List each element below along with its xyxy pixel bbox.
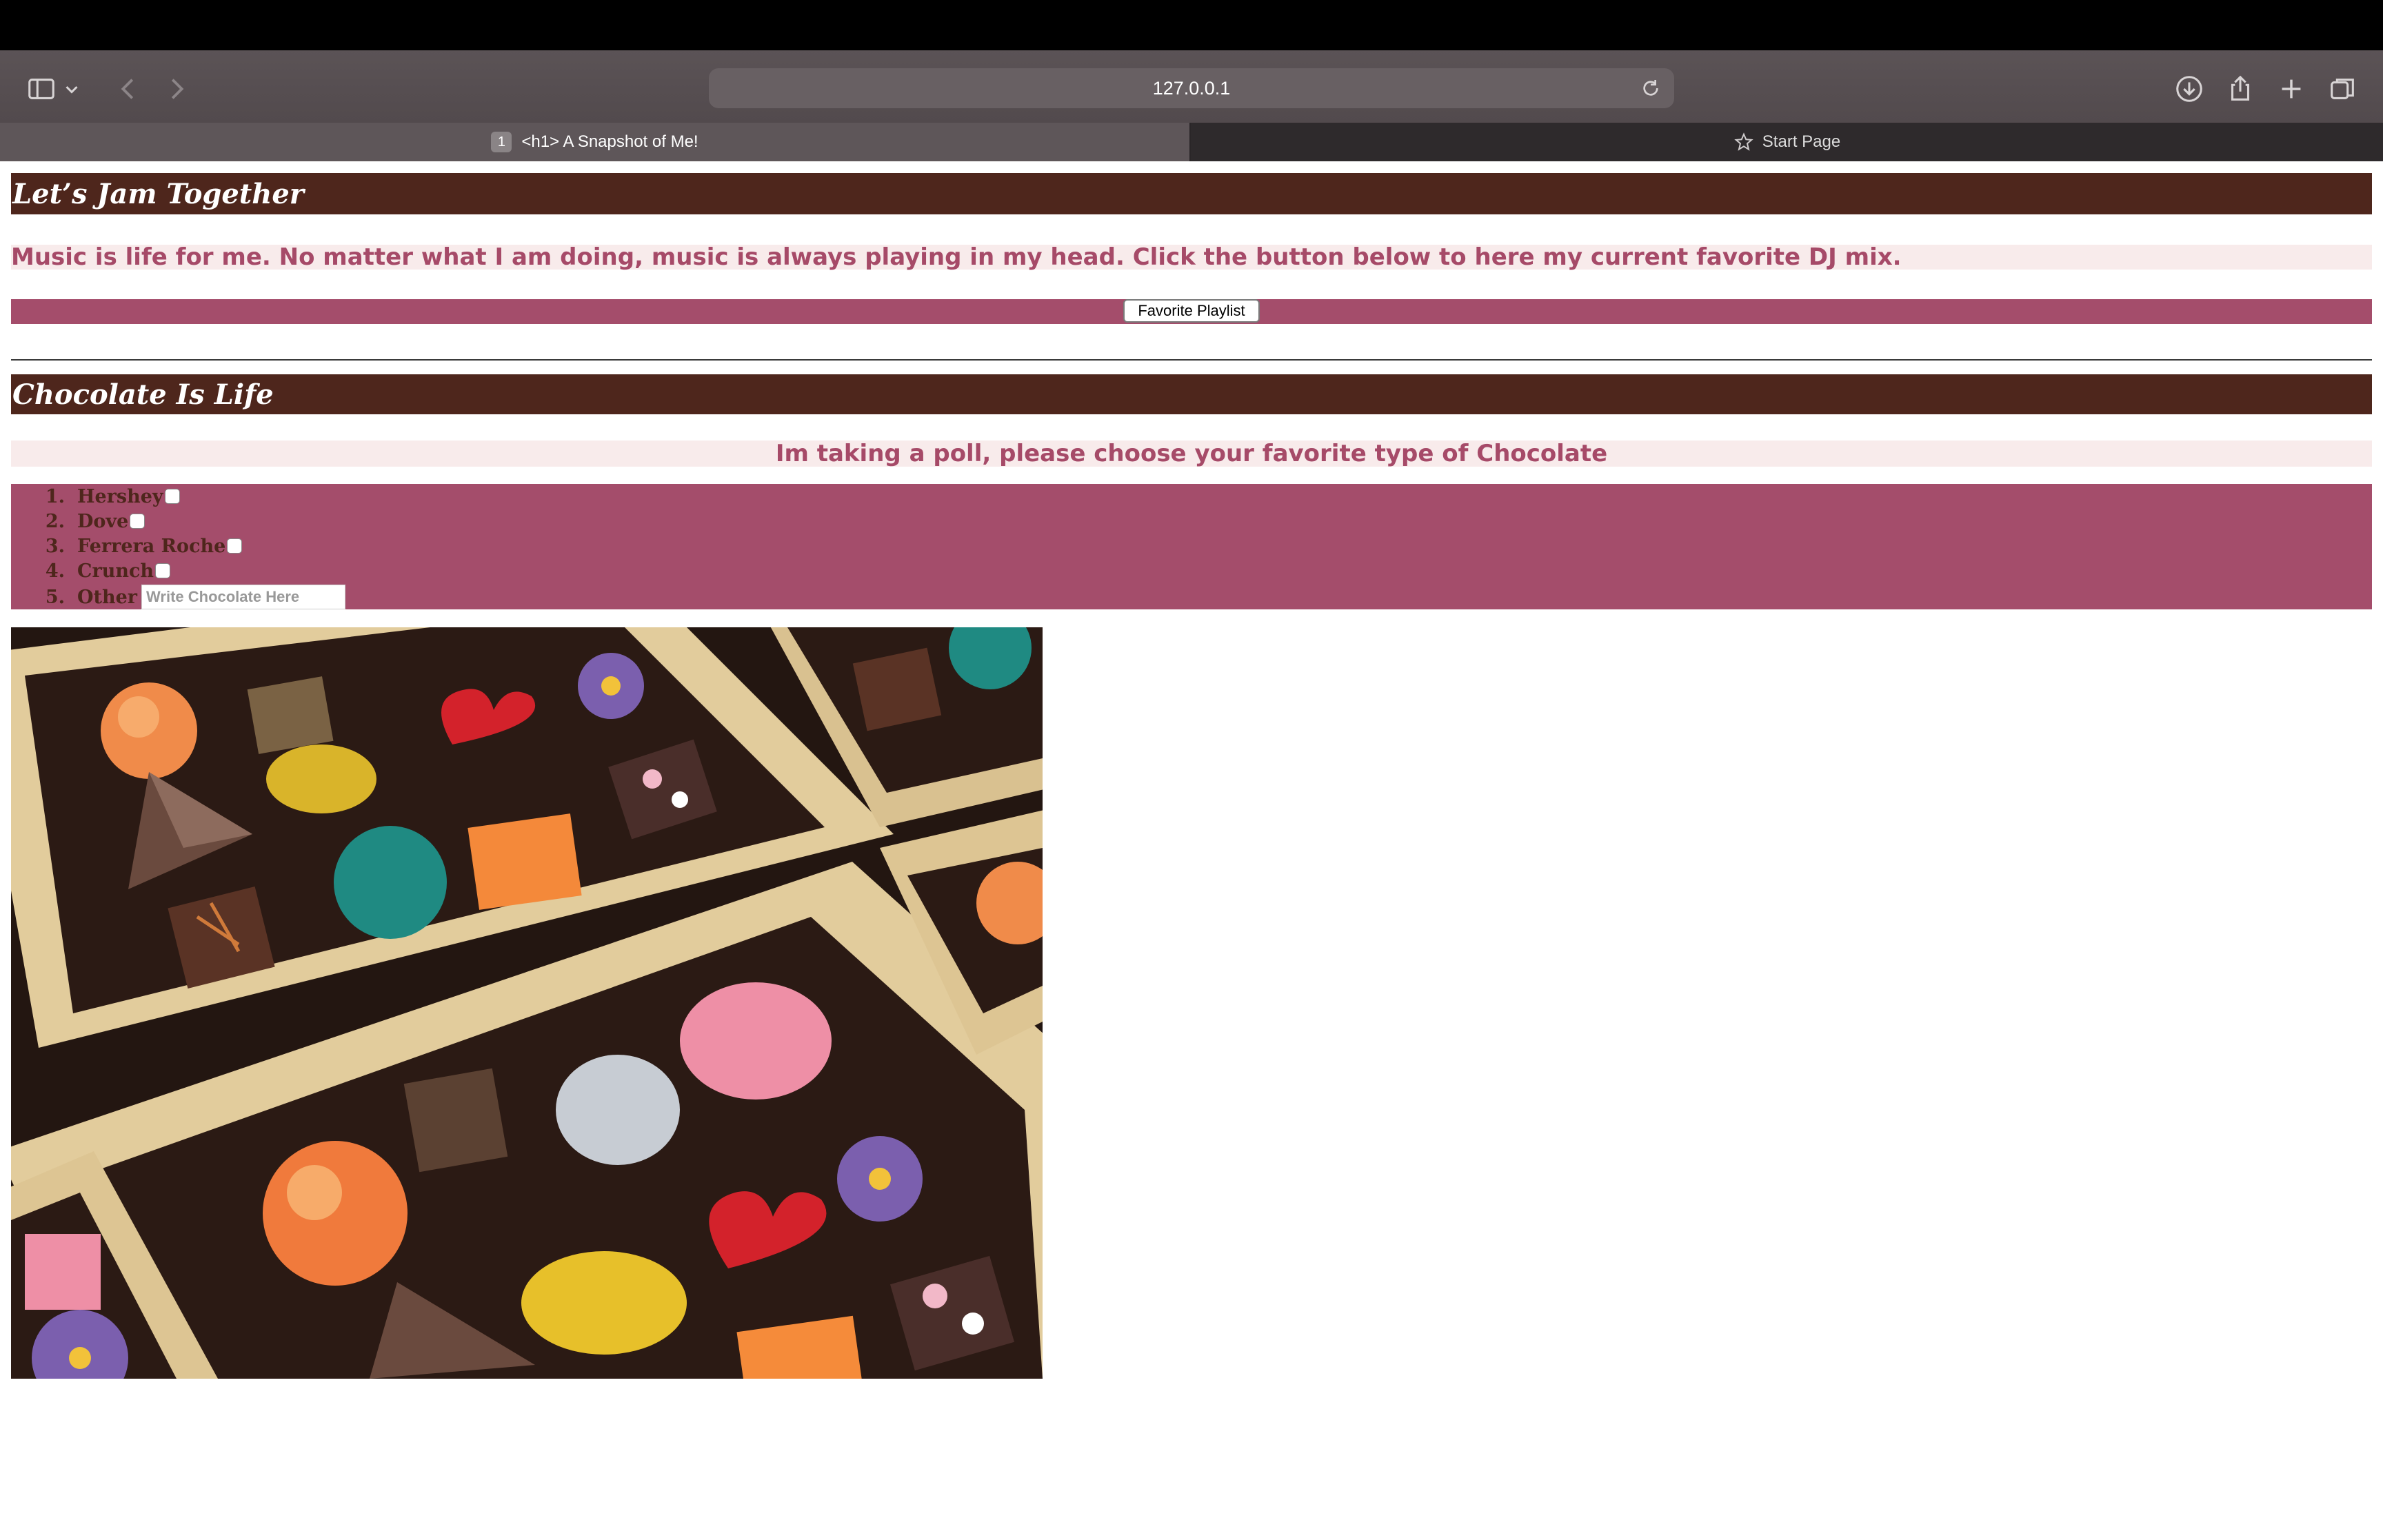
tab-start-page[interactable]: Start Page bbox=[1191, 123, 2383, 161]
list-item: 1. Hershey bbox=[39, 484, 180, 509]
new-tab-icon[interactable] bbox=[2271, 68, 2312, 110]
poll-list: 1. Hershey 2. Dove 3. Ferrera Roche 4. C… bbox=[11, 484, 2372, 609]
option-label: Hershey bbox=[77, 485, 163, 507]
star-icon bbox=[1734, 132, 1753, 151]
list-item: 3. Ferrera Roche bbox=[39, 534, 243, 558]
option-label: Dove bbox=[77, 510, 129, 532]
screen-top-strip bbox=[0, 0, 2383, 50]
list-number: 1. bbox=[45, 485, 65, 507]
section-divider bbox=[11, 359, 2372, 361]
forward-icon[interactable] bbox=[156, 68, 197, 110]
favorite-playlist-button[interactable]: Favorite Playlist bbox=[1123, 299, 1260, 323]
other-chocolate-input[interactable]: Write Chocolate Here bbox=[141, 585, 346, 609]
tab-overview-icon[interactable] bbox=[2322, 68, 2363, 110]
address-url: 127.0.0.1 bbox=[1152, 77, 1231, 99]
tab-title: <h1> A Snapshot of Me! bbox=[521, 132, 698, 151]
ferrera-roche-checkbox[interactable] bbox=[227, 538, 243, 554]
chevron-down-icon[interactable] bbox=[59, 68, 84, 110]
option-label: Ferrera Roche bbox=[77, 535, 226, 557]
poll-prompt: Im taking a poll, please choose your fav… bbox=[11, 440, 2372, 467]
chocolate-box-image bbox=[11, 627, 1043, 1379]
list-number: 2. bbox=[45, 510, 65, 532]
jam-heading: Let’s Jam Together bbox=[11, 173, 2372, 214]
address-bar[interactable]: 127.0.0.1 bbox=[709, 68, 1674, 108]
list-item: 4. Crunch bbox=[39, 558, 171, 583]
tab-title: Start Page bbox=[1762, 132, 1841, 151]
list-number: 4. bbox=[45, 560, 65, 582]
hershey-checkbox[interactable] bbox=[164, 489, 180, 504]
dove-checkbox[interactable] bbox=[130, 514, 145, 529]
list-item: 5. Other Write Chocolate Here bbox=[39, 585, 346, 609]
list-number: 3. bbox=[45, 535, 65, 557]
download-icon[interactable] bbox=[2169, 68, 2210, 110]
sidebar-toggle-icon[interactable] bbox=[21, 68, 62, 110]
tab-snapshot[interactable]: 1 <h1> A Snapshot of Me! bbox=[0, 123, 1191, 161]
option-label: Other bbox=[77, 586, 138, 608]
back-icon[interactable] bbox=[108, 68, 149, 110]
jam-text: Music is life for me. No matter what I a… bbox=[11, 243, 2372, 271]
crunch-checkbox[interactable] bbox=[155, 563, 171, 578]
list-item: 2. Dove bbox=[39, 509, 145, 534]
list-number: 5. bbox=[45, 586, 65, 608]
chocolate-heading: Chocolate Is Life bbox=[11, 374, 2372, 414]
browser-toolbar: 127.0.0.1 bbox=[0, 50, 2383, 123]
tab-number-badge: 1 bbox=[491, 132, 512, 152]
option-label: Crunch bbox=[77, 560, 154, 582]
share-icon[interactable] bbox=[2220, 68, 2261, 110]
tab-bar: 1 <h1> A Snapshot of Me! Start Page bbox=[0, 123, 2383, 161]
reload-icon[interactable] bbox=[1636, 73, 1666, 103]
